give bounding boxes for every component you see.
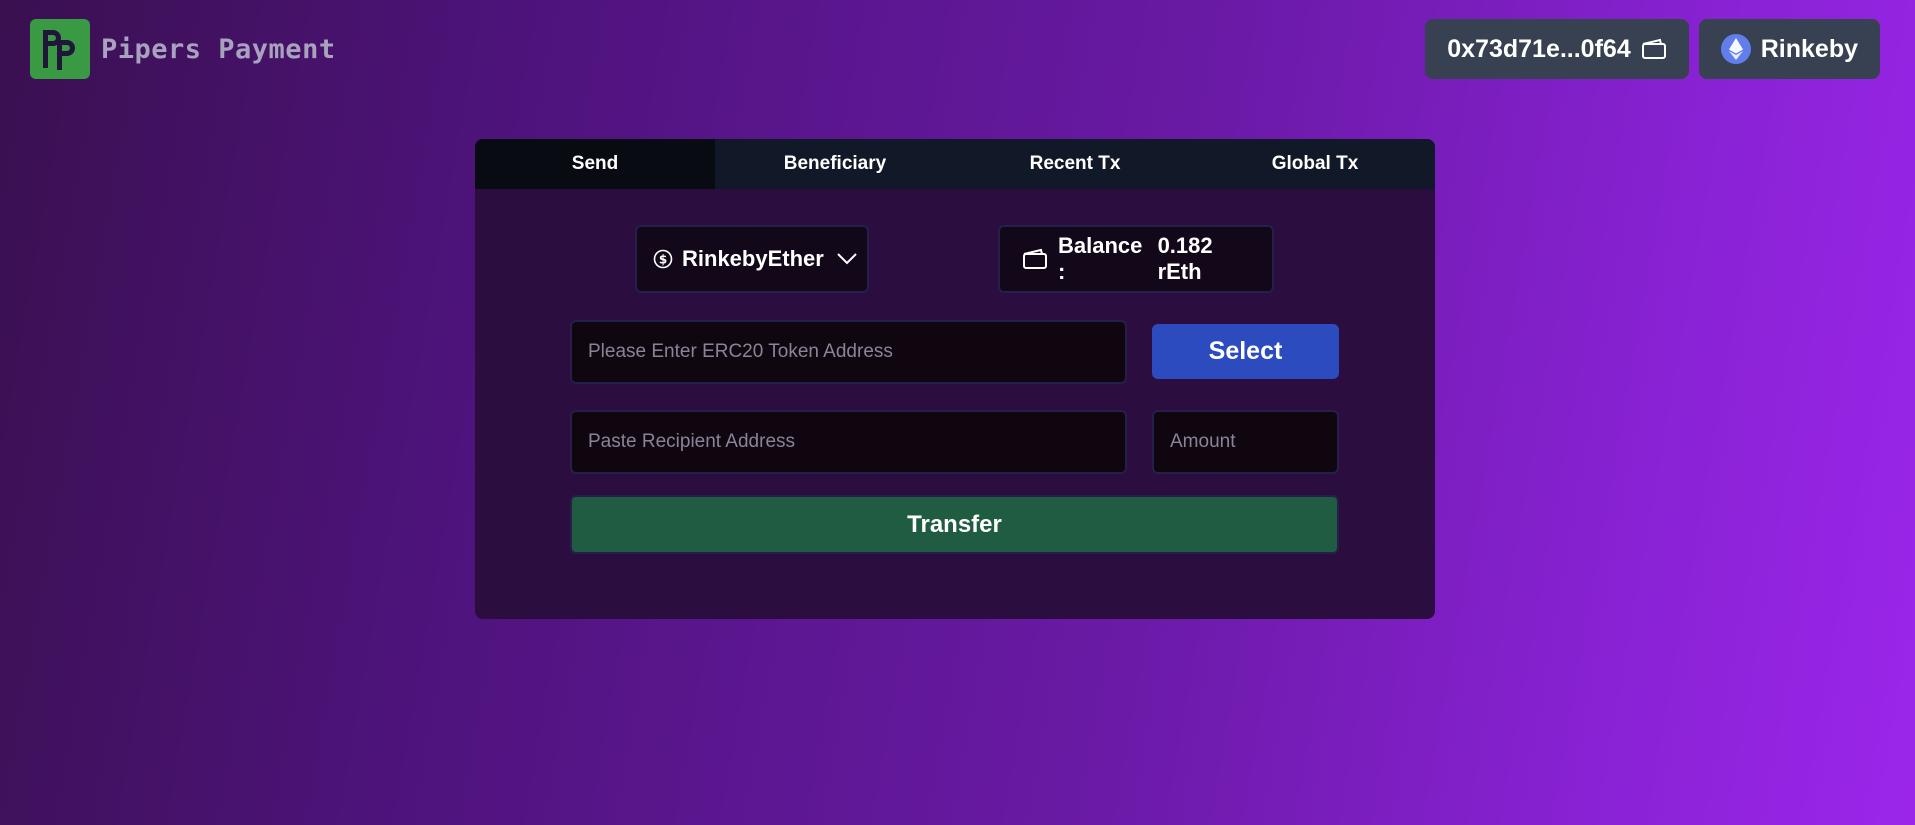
tab-global-tx[interactable]: Global Tx xyxy=(1195,139,1435,189)
svg-text:$: $ xyxy=(659,253,667,267)
token-name: RinkebyEther xyxy=(682,246,824,271)
balance-label: Balance : xyxy=(1058,233,1143,284)
amount-input[interactable] xyxy=(1152,410,1339,474)
token-address-input[interactable] xyxy=(570,320,1127,384)
send-card: Send Beneficiary Recent Tx Global Tx $ R… xyxy=(475,139,1435,619)
balance-display: Balance : 0.182 rEth xyxy=(998,225,1274,293)
brand-name: Pipers Payment xyxy=(101,33,336,65)
dollar-coin-icon: $ xyxy=(653,249,673,269)
account-button[interactable]: 0x73d71e...0f64 xyxy=(1425,19,1689,79)
tab-send[interactable]: Send xyxy=(475,139,715,189)
ethereum-icon xyxy=(1720,34,1751,64)
pp-logo-icon xyxy=(30,19,90,79)
token-dropdown[interactable]: $ RinkebyEther xyxy=(635,225,869,293)
tab-beneficiary[interactable]: Beneficiary xyxy=(715,139,955,189)
brand[interactable]: Pipers Payment xyxy=(30,19,336,79)
network-label: Rinkeby xyxy=(1760,34,1858,63)
tab-recent-tx[interactable]: Recent Tx xyxy=(955,139,1195,189)
network-button[interactable]: Rinkeby xyxy=(1698,19,1880,79)
account-address: 0x73d71e...0f64 xyxy=(1447,34,1631,63)
transfer-button[interactable]: Transfer xyxy=(570,495,1339,554)
recipient-address-input[interactable] xyxy=(570,410,1127,474)
wallet-icon xyxy=(1022,248,1048,270)
header-actions: 0x73d71e...0f64 Rinkeby xyxy=(1425,19,1880,79)
select-button[interactable]: Select xyxy=(1152,324,1339,379)
token-balance-row: $ RinkebyEther Balance : 0.182 rEth xyxy=(475,225,1435,293)
balance-value: 0.182 rEth xyxy=(1157,233,1213,284)
wallet-icon xyxy=(1641,38,1667,60)
chevron-down-icon xyxy=(836,252,858,266)
tab-bar: Send Beneficiary Recent Tx Global Tx xyxy=(475,139,1435,189)
